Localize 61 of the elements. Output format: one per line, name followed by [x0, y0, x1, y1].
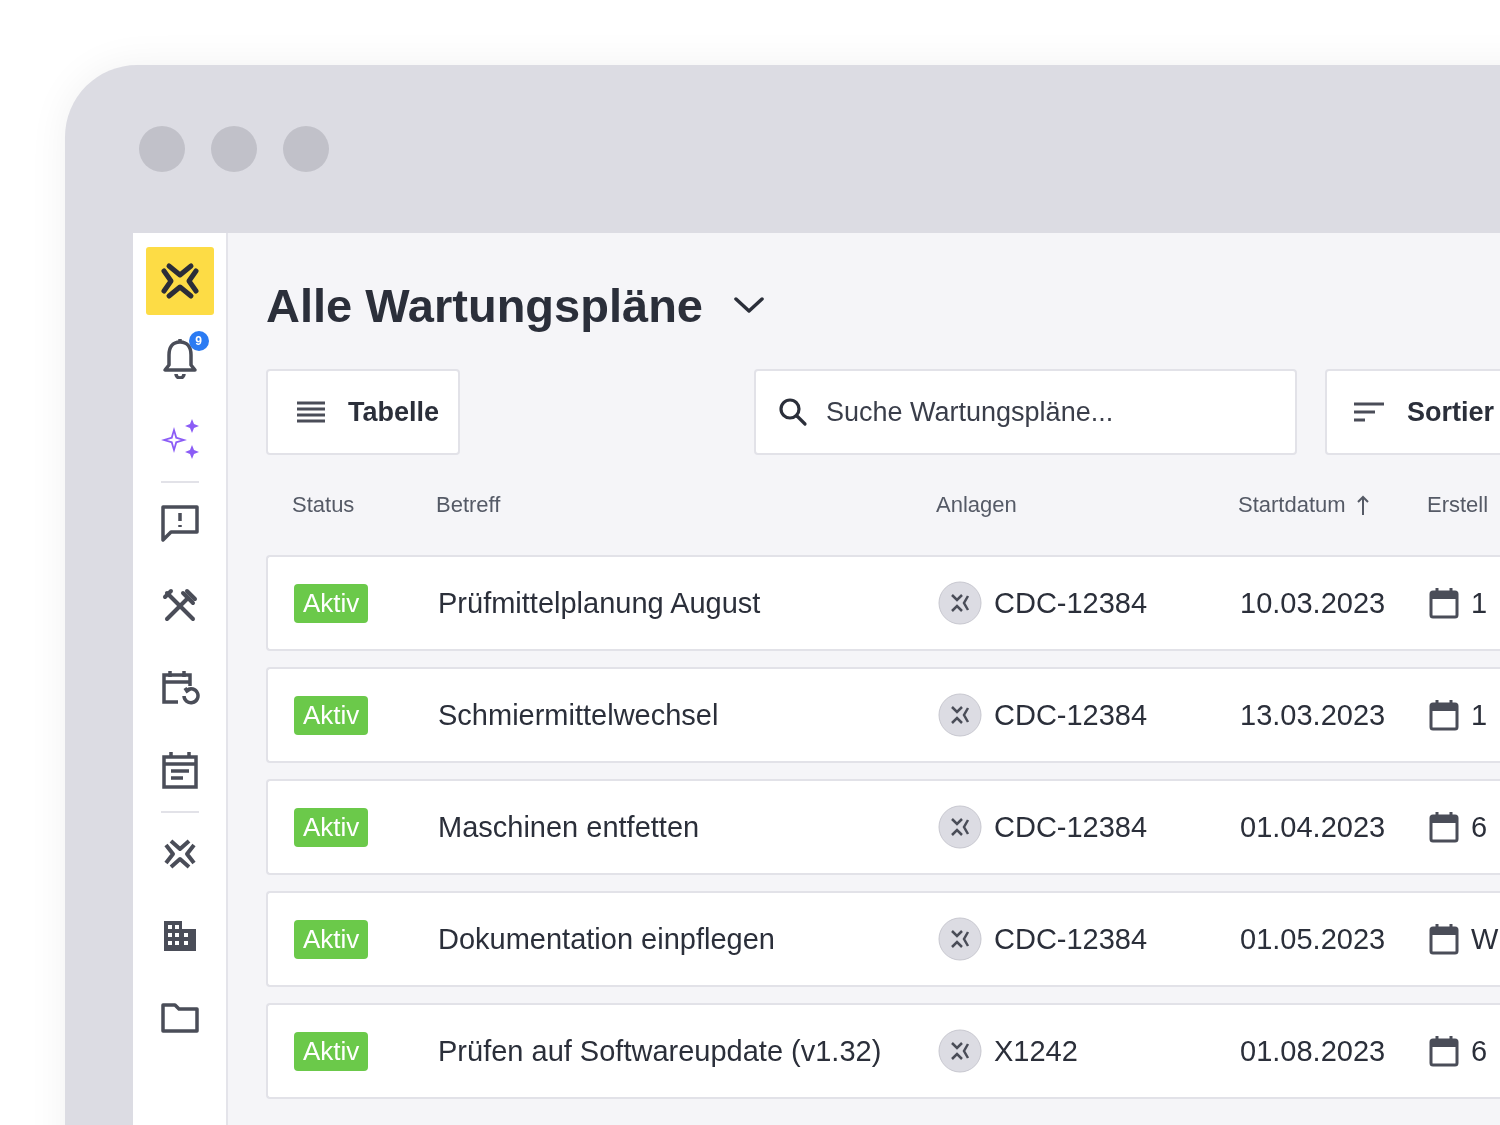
notification-badge: 9: [188, 331, 209, 351]
search-icon: [778, 397, 808, 427]
asset-icon: [938, 1029, 982, 1073]
calendar-icon: [1429, 811, 1459, 843]
table-cell: W: [1471, 922, 1499, 956]
table-cell: 1: [1471, 698, 1488, 732]
column-header[interactable]: Anlagen: [936, 492, 1017, 518]
building-icon[interactable]: [161, 919, 198, 953]
asset-icon: [938, 917, 982, 961]
table-cell: CDC-12384: [994, 810, 1148, 844]
sort-arrow-icon: [1355, 495, 1370, 515]
table-cell: CDC-12384: [994, 922, 1148, 956]
folder-icon[interactable]: [160, 1002, 199, 1034]
asset-icon: [938, 805, 982, 849]
table-cell: 01.08.2023: [1240, 1034, 1386, 1068]
view-button[interactable]: Tabelle: [266, 369, 460, 455]
status-badge: Aktiv: [294, 1031, 369, 1071]
column-header[interactable]: Betreff: [436, 492, 501, 518]
column-header[interactable]: Erstell: [1427, 492, 1489, 518]
table-cell: Maschinen entfetten: [438, 810, 700, 844]
page-title: Alle Wartungspläne: [266, 277, 703, 333]
sort-icon: [1353, 401, 1385, 423]
table-cell: 1: [1471, 586, 1488, 620]
table-cell: 6: [1471, 810, 1488, 844]
table-cell: CDC-12384: [994, 586, 1148, 620]
table-row[interactable]: Aktiv Prüfmittelplanung August CDC-12384 10.03.2023 1: [266, 555, 1500, 651]
table-row[interactable]: Aktiv Prüfen auf Softwareupdate (v1.32) X1242 01.08.2023 6: [266, 1003, 1500, 1099]
table-cell: 13.03.2023: [1240, 698, 1386, 732]
status-badge: Aktiv: [294, 807, 369, 847]
table-cell: Prüfmittelplanung August: [438, 586, 761, 620]
calendar-icon: [1429, 923, 1459, 955]
sort-button[interactable]: Sortier: [1325, 369, 1500, 455]
asset-icon: [938, 581, 982, 625]
table-cell: X1242: [994, 1034, 1078, 1068]
chevron-down-icon[interactable]: [733, 295, 765, 315]
table-cell: Dokumentation einpflegen: [438, 922, 775, 956]
calendar-icon[interactable]: [160, 750, 199, 790]
table-row[interactable]: Aktiv Maschinen entfetten CDC-12384 01.04.2023 6: [266, 779, 1500, 875]
status-badge: Aktiv: [294, 695, 369, 735]
logo-icon[interactable]: [145, 247, 214, 315]
status-badge: Aktiv: [294, 919, 369, 959]
table-cell: Prüfen auf Softwareupdate (v1.32): [438, 1034, 882, 1068]
table-cell: 01.05.2023: [1240, 922, 1386, 956]
table-cell: 6: [1471, 1034, 1488, 1068]
table-row[interactable]: Aktiv Dokumentation einpflegen CDC-12384 01.05.2023 W: [266, 891, 1500, 987]
search-field[interactable]: Suche Wartungspläne...: [754, 369, 1297, 455]
table-cell: Schmiermittelwechsel: [438, 698, 719, 732]
asset-icon: [938, 693, 982, 737]
cross-arrows-icon[interactable]: [162, 837, 197, 871]
table-row[interactable]: Aktiv Schmiermittelwechsel CDC-12384 13.03.2023 1: [266, 667, 1500, 763]
table-cell: 01.04.2023: [1240, 810, 1386, 844]
status-badge: Aktiv: [294, 583, 369, 623]
list-icon: [296, 400, 326, 424]
calendar-icon: [1429, 587, 1459, 619]
column-header[interactable]: Status: [292, 492, 355, 518]
chat-alert-icon[interactable]: [159, 504, 200, 544]
table-cell: 10.03.2023: [1240, 586, 1386, 620]
column-header[interactable]: Startdatum: [1238, 492, 1346, 518]
calendar-icon: [1429, 1035, 1459, 1067]
calendar-icon: [1429, 699, 1459, 731]
table-cell: CDC-12384: [994, 698, 1148, 732]
